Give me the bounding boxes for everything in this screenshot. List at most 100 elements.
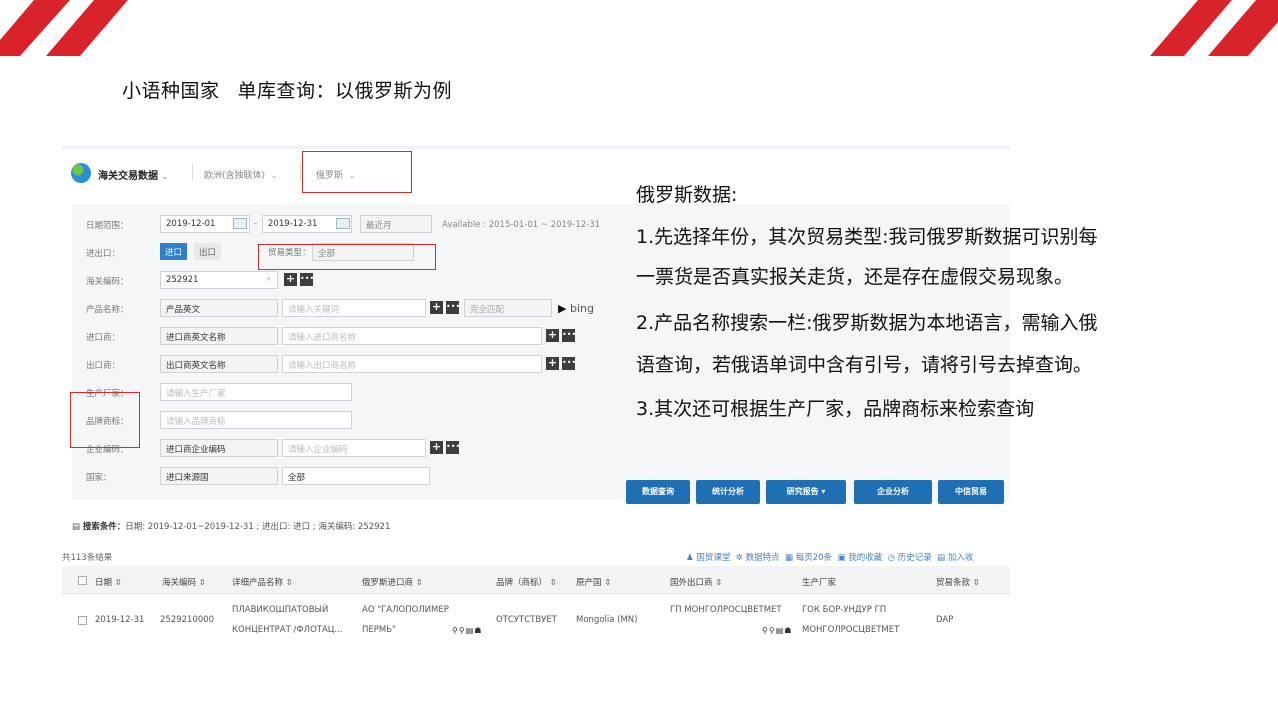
hs-label: 海关编码： <box>86 277 129 287</box>
more-icon[interactable]: ••• <box>562 357 576 370</box>
slide-title-part2: 单库查询：以俄罗斯为例 <box>237 80 453 102</box>
result-tools: ♟ 国贸课堂 ✲ 数据特点 ▦ 每页20条 ▣ 我的收藏 ◷ 历史记录 ▤ 加入… <box>686 551 973 563</box>
col-brand[interactable]: 品牌（商标） ⇳ <box>496 576 557 588</box>
filter-icon: ▤ <box>72 522 81 532</box>
slide-title-part1: 小语种国家 <box>122 80 220 102</box>
more-icon[interactable]: ••• <box>300 273 314 286</box>
notes-line-2: 一票货是否真实报关走货，还是存在虚假交易现象。 <box>636 266 1074 288</box>
product-label: 产品名称： <box>86 305 129 315</box>
importer-input[interactable]: 请输入进口商名称 <box>282 327 542 345</box>
tool-features[interactable]: ✲ 数据特点 <box>736 553 780 563</box>
col-exporter[interactable]: 国外出口商 ⇳ <box>670 576 722 588</box>
cell-product-1: ПЛАВИКОШПАТОВЫЙ <box>232 605 329 615</box>
col-origin[interactable]: 原产国 ⇳ <box>576 576 611 588</box>
cell-maker-2: МОНГОЛРОСЦВЕТМЕТ <box>802 625 900 635</box>
add-icon[interactable]: + <box>546 329 559 342</box>
region-dropdown[interactable]: 欧洲(含独联体) ⌄ <box>204 168 277 181</box>
stat-analysis-button[interactable]: 统计分析 <box>696 480 760 504</box>
corner-stripes-right <box>1150 0 1278 56</box>
table-header: 日期 ⇳ 海关编码 ⇳ 详细产品名称 ⇳ 俄罗斯进口商 ⇳ 品牌（商标） ⇳ 原… <box>62 566 1010 594</box>
manufacturer-row: 生产厂家： 请输入生产厂家 <box>72 378 632 406</box>
add-icon[interactable]: + <box>430 301 443 314</box>
tool-favorites[interactable]: ▣ 我的收藏 <box>837 553 882 563</box>
import-toggle[interactable]: 进口 <box>160 243 188 260</box>
importer-field-select[interactable]: 进口商英文名称 <box>160 327 278 345</box>
product-keyword-input[interactable]: 请输入关键词 <box>282 299 426 317</box>
notes-line-4: 语查询，若俄语单词中含有引号，请将引号去掉查询。 <box>636 354 1093 376</box>
calendar-icon[interactable] <box>336 218 350 229</box>
search-icon[interactable]: ⌕ <box>266 274 271 284</box>
more-icon[interactable]: ••• <box>446 441 460 454</box>
cell-importer-1: АО "ГАЛОПОЛИМЕР <box>362 605 449 615</box>
country-row: 国家： 进口来源国 全部 <box>72 462 632 490</box>
row-checkbox[interactable] <box>78 616 87 625</box>
research-report-button[interactable]: 研究报告 ▾ <box>766 480 846 504</box>
cell-importer-2: ПЕРМЬ" <box>362 625 396 635</box>
export-toggle[interactable]: 出口 <box>194 243 222 260</box>
manufacturer-input[interactable]: 请输入生产厂家 <box>160 383 352 401</box>
exporter-field-select[interactable]: 出口商英文名称 <box>160 355 278 373</box>
importer-action-icons[interactable]: ⚲⚲▤☗ <box>452 626 482 635</box>
calendar-icon[interactable] <box>233 218 247 229</box>
exporter-label: 出口商： <box>86 361 121 371</box>
slide-title: 小语种国家 单库查询：以俄罗斯为例 <box>122 76 452 103</box>
tool-page-size[interactable]: ▦ 每页20条 <box>785 553 832 563</box>
tool-history[interactable]: ◷ 历史记录 <box>888 553 932 563</box>
globe-icon <box>71 163 91 183</box>
highlight-country <box>302 151 412 193</box>
data-query-button[interactable]: 数据查询 <box>626 480 690 504</box>
cell-exporter: ГП МОНГОЛРОСЦВЕТМЕТ <box>670 605 782 615</box>
col-importer[interactable]: 俄罗斯进口商 ⇳ <box>362 576 423 588</box>
company-analysis-button[interactable]: 企业分析 <box>854 480 932 504</box>
brand-menu[interactable]: 海关交易数据 ⌄ <box>98 167 168 182</box>
match-mode-select[interactable]: 完全匹配 <box>464 299 552 317</box>
search-conditions: ▤ 搜索条件：日期: 2019-12-01~2019-12-31 ; 进出口: … <box>72 522 391 532</box>
add-icon[interactable]: + <box>430 441 443 454</box>
highlight-manufacturer-brand <box>70 392 140 448</box>
more-icon[interactable]: ••• <box>446 301 460 314</box>
recent-month-select[interactable]: 最近月 <box>360 215 432 233</box>
col-hs[interactable]: 海关编码 ⇳ <box>162 576 206 588</box>
company-code-input[interactable]: 请输入企业编码 <box>282 439 426 457</box>
col-product[interactable]: 详细产品名称 ⇳ <box>232 576 293 588</box>
more-icon[interactable]: ••• <box>562 329 576 342</box>
col-terms[interactable]: 贸易条款 ⇳ <box>936 576 980 588</box>
exporter-action-icons[interactable]: ⚲⚲▤☗ <box>762 626 792 635</box>
notes-line-1: 1.先选择年份，其次贸易类型:我司俄罗斯数据可识别每 <box>636 226 1098 248</box>
top-nav: 海关交易数据 ⌄ 欧洲(含独联体) ⌄ 俄罗斯 ⌄ <box>62 146 1010 190</box>
brand-input[interactable]: 请输入品牌商标 <box>160 411 352 429</box>
country-label: 国家： <box>86 473 112 483</box>
cell-maker-1: ГОК БОР-УНДУР ГП <box>802 605 887 615</box>
notes-heading: 俄罗斯数据: <box>636 184 738 206</box>
country-select[interactable]: 全部 <box>282 467 430 485</box>
available-range: Available : 2015-01-01 ~ 2019-12-31 <box>442 220 601 230</box>
country-field-select[interactable]: 进口来源国 <box>160 467 278 485</box>
tool-classroom[interactable]: ♟ 国贸课堂 <box>686 553 730 563</box>
importer-row: 进口商： 进口商英文名称 请输入进口商名称 + ••• <box>72 322 632 350</box>
date-label: 日期范围： <box>86 221 129 231</box>
hs-code-input[interactable]: 252921 <box>160 271 278 289</box>
cell-origin: Mongolia (MN) <box>576 615 638 625</box>
select-all-checkbox[interactable] <box>78 576 87 585</box>
add-icon[interactable]: + <box>284 273 297 286</box>
tool-add[interactable]: ▤ 加入收 <box>937 553 973 563</box>
citic-trade-button[interactable]: 中信贸易 <box>938 480 1004 504</box>
bing-button[interactable]: ▶ bing <box>558 302 594 315</box>
product-field-select[interactable]: 产品英文 <box>160 299 278 317</box>
col-maker: 生产厂家 <box>802 578 837 588</box>
brand-row: 品牌商标： 请输入品牌商标 <box>72 406 632 434</box>
cell-hs: 2529210000 <box>160 615 215 625</box>
col-date[interactable]: 日期 ⇳ <box>95 576 122 588</box>
importer-label: 进口商： <box>86 333 121 343</box>
cell-brand: ОТСУТСТВУЕТ <box>496 615 557 625</box>
company-code-row: 企业编码： 进口商企业编码 请输入企业编码 + ••• <box>72 434 632 462</box>
direction-label: 进出口： <box>86 249 121 259</box>
cell-terms: DAP <box>936 615 954 625</box>
date-row: 日期范围： 2019-12-01 - 2019-12-31 最近月 Availa… <box>72 210 632 238</box>
notes-line-5: 3.其次还可根据生产厂家，品牌商标来检索查询 <box>636 398 1035 420</box>
exporter-input[interactable]: 请输入出口商名称 <box>282 355 542 373</box>
cell-date: 2019-12-31 <box>95 615 145 625</box>
product-row: 产品名称： 产品英文 请输入关键词 + ••• 完全匹配 ▶ bing <box>72 294 632 322</box>
add-icon[interactable]: + <box>546 357 559 370</box>
company-code-select[interactable]: 进口商企业编码 <box>160 439 278 457</box>
